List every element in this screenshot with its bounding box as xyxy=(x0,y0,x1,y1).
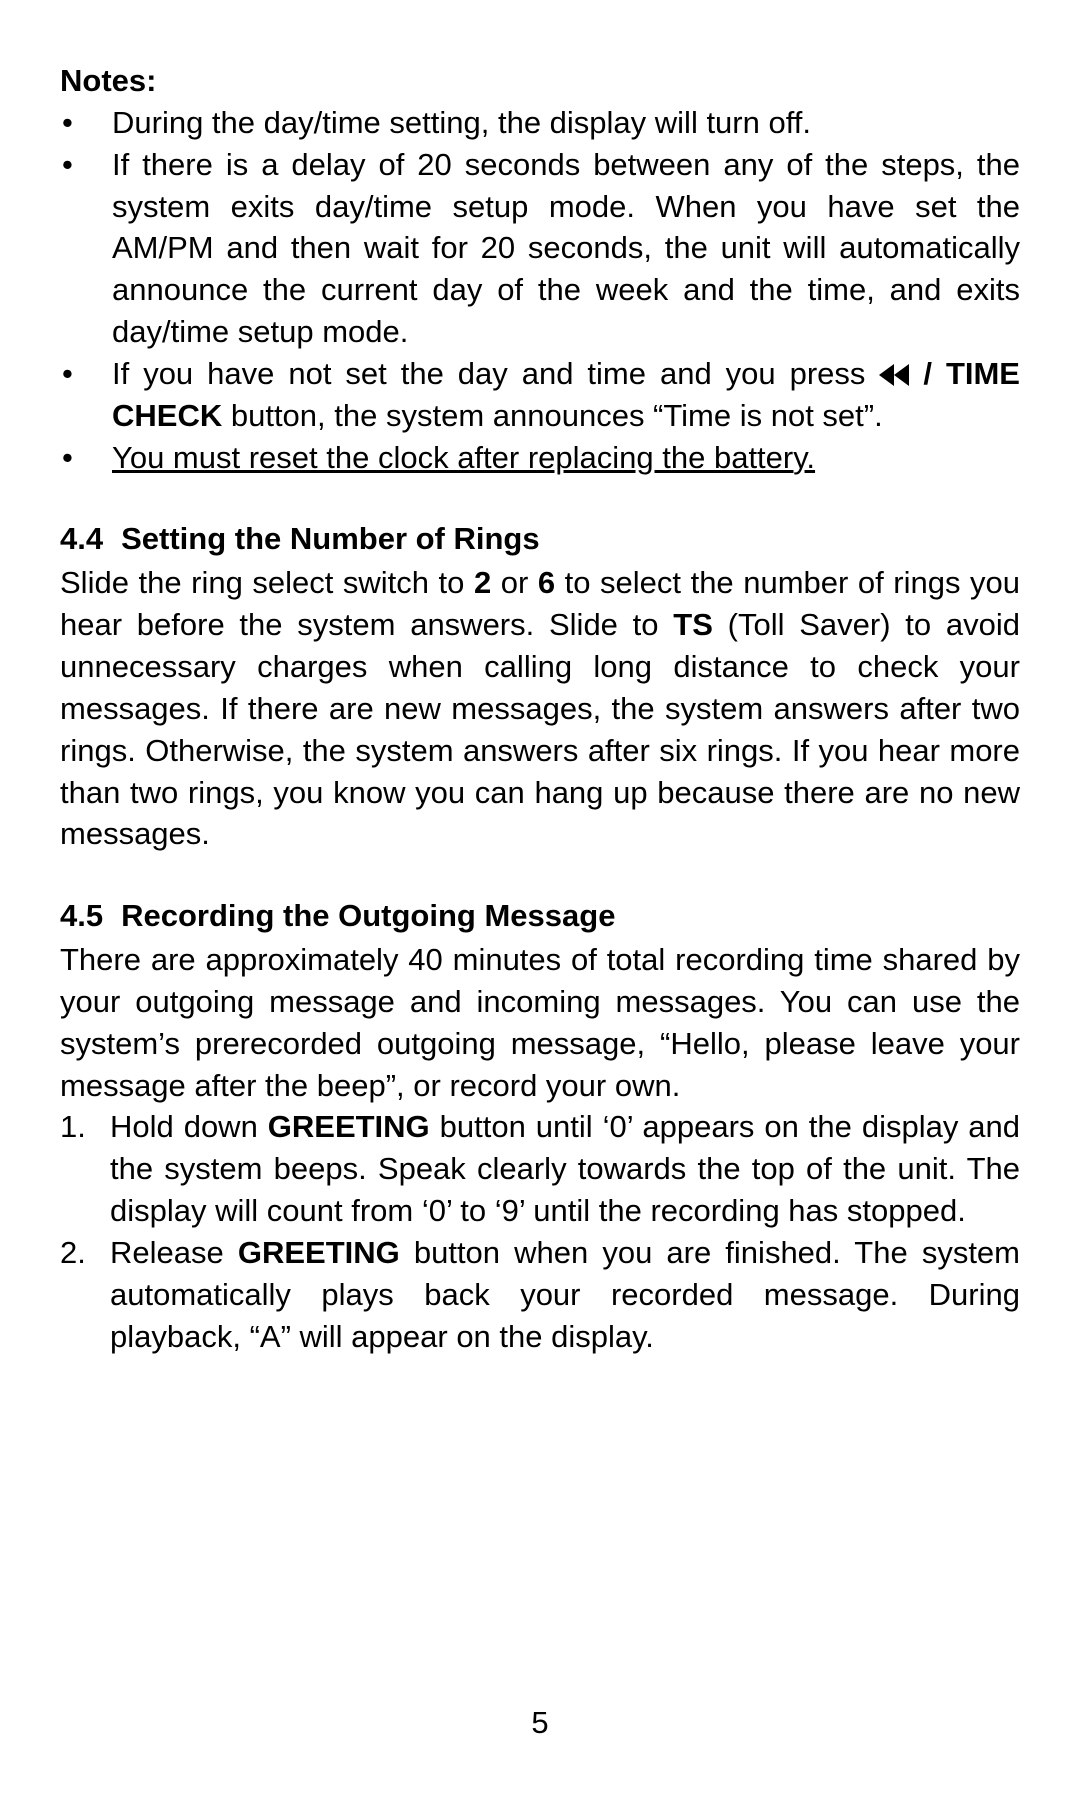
note-text: During the day/time setting, the display… xyxy=(112,102,1020,144)
section-heading-4-5: 4.5 Recording the Outgoing Message xyxy=(60,895,1020,937)
text-run: Release xyxy=(110,1235,238,1270)
text-run-bold: / xyxy=(909,356,946,391)
section-title: Setting the Number of Rings xyxy=(121,518,540,560)
bullet-icon xyxy=(60,102,112,144)
section-number: 4.4 xyxy=(60,518,103,560)
section-4-5-steps: 1. Hold down GREETING button until ‘0’ a… xyxy=(60,1106,1020,1357)
text-run-bold: 6 xyxy=(538,565,555,600)
rewind-icon xyxy=(879,355,909,377)
list-item: You must reset the clock after replacing… xyxy=(60,437,1020,479)
bullet-icon xyxy=(60,353,112,395)
bullet-icon xyxy=(60,437,112,479)
step-text: Release GREETING button when you are fin… xyxy=(110,1232,1020,1358)
manual-page: Notes: During the day/time setting, the … xyxy=(0,0,1080,1799)
text-run-bold: 2 xyxy=(474,565,491,600)
text-run: (Toll Saver) to avoid unnecessary charge… xyxy=(60,607,1020,851)
text-run-bold: TS xyxy=(673,607,713,642)
list-item: If there is a delay of 20 seconds betwee… xyxy=(60,144,1020,353)
greeting-label: GREETING xyxy=(238,1235,400,1270)
list-item: During the day/time setting, the display… xyxy=(60,102,1020,144)
page-number: 5 xyxy=(0,1702,1080,1744)
section-4-5-intro: There are approximately 40 minutes of to… xyxy=(60,939,1020,1106)
list-item: 1. Hold down GREETING button until ‘0’ a… xyxy=(60,1106,1020,1232)
section-number: 4.5 xyxy=(60,895,103,937)
list-item: If you have not set the day and time and… xyxy=(60,353,1020,437)
notes-list: During the day/time setting, the display… xyxy=(60,102,1020,479)
text-run: If you have not set the day and time and… xyxy=(112,356,879,391)
text-run: button, the system announces “Time is no… xyxy=(222,398,883,433)
bullet-icon xyxy=(60,144,112,186)
section-4-4-para: Slide the ring select switch to 2 or 6 t… xyxy=(60,562,1020,855)
text-run: Hold down xyxy=(110,1109,268,1144)
note-text-underlined: You must reset the clock after replacing… xyxy=(112,437,1020,479)
section-title: Recording the Outgoing Message xyxy=(121,895,615,937)
step-text: Hold down GREETING button until ‘0’ appe… xyxy=(110,1106,1020,1232)
notes-heading: Notes: xyxy=(60,60,1020,102)
note-text: If you have not set the day and time and… xyxy=(112,353,1020,437)
text-run: Slide the ring select switch to xyxy=(60,565,474,600)
step-number: 2. xyxy=(60,1232,110,1274)
step-number: 1. xyxy=(60,1106,110,1148)
section-heading-4-4: 4.4 Setting the Number of Rings xyxy=(60,518,1020,560)
greeting-label: GREETING xyxy=(268,1109,430,1144)
text-run: or xyxy=(491,565,538,600)
list-item: 2. Release GREETING button when you are … xyxy=(60,1232,1020,1358)
note-text: If there is a delay of 20 seconds betwee… xyxy=(112,144,1020,353)
